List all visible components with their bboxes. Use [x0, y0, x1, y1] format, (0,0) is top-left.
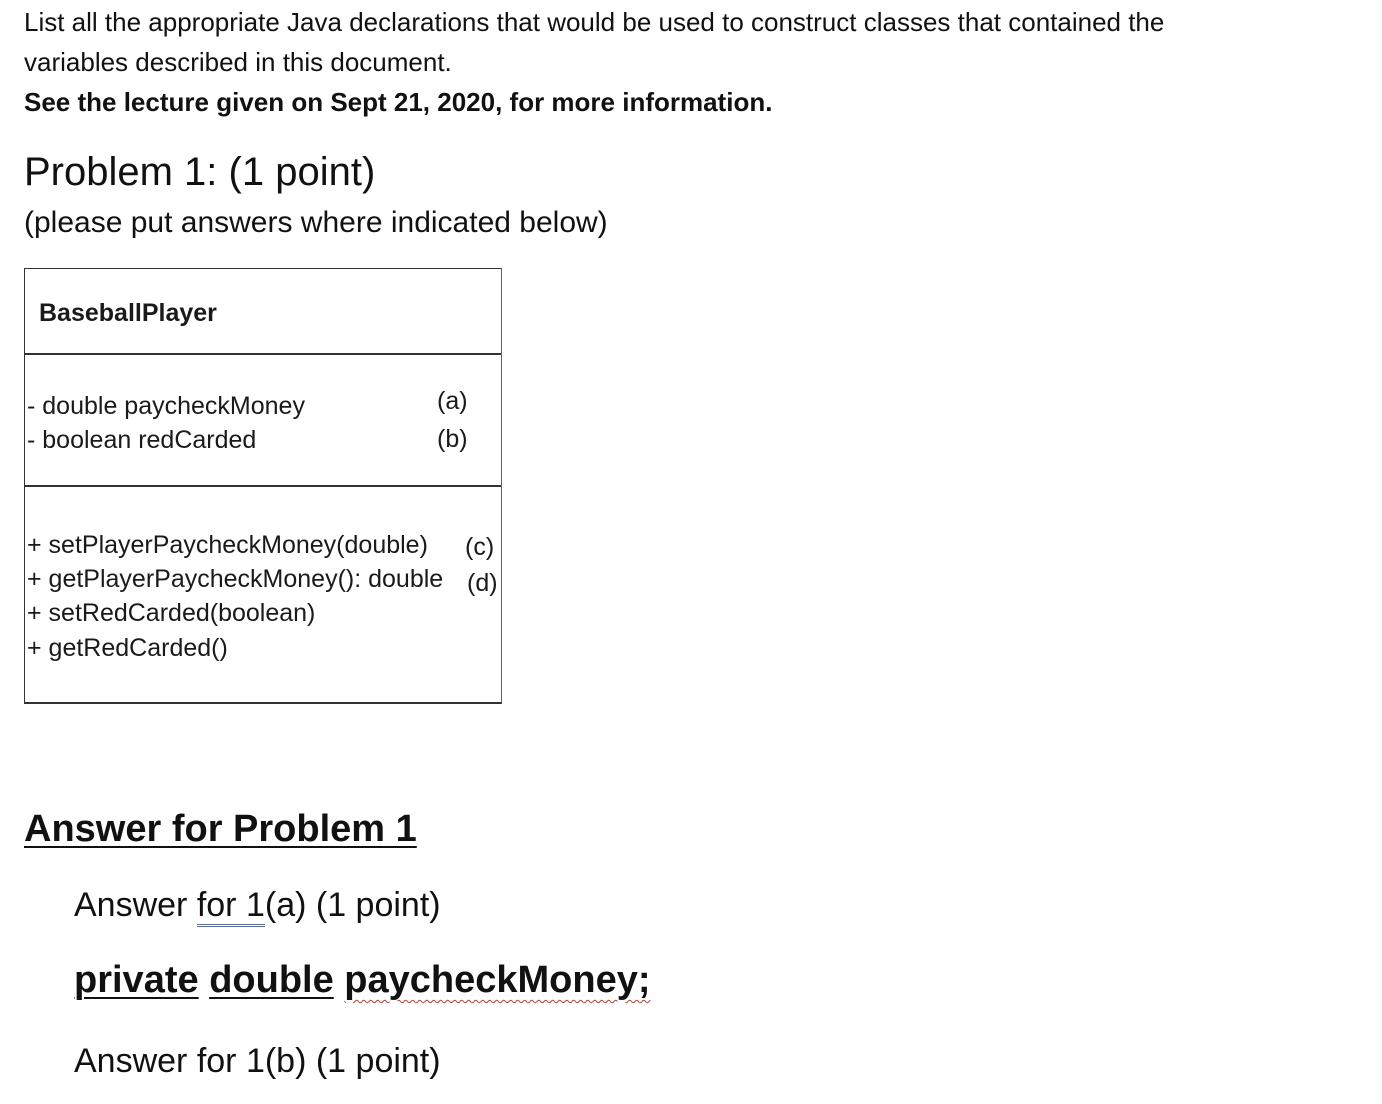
uml-class-diagram: BaseballPlayer - double paycheckMoney (a…: [24, 268, 502, 704]
answer-1a-keyword-private: private: [74, 959, 199, 1001]
answer-1b-label: Answer for 1(b) (1 point): [74, 1042, 441, 1080]
uml-operation: + setPlayerPaycheckMoney(double): [27, 531, 428, 559]
instructions-line-2: variables described in this document.: [24, 47, 452, 77]
answer-heading: Answer for Problem 1: [24, 808, 417, 850]
uml-attribute: - boolean redCarded: [27, 426, 257, 454]
uml-divider: [25, 353, 501, 355]
problem-instructions: (please put answers where indicated belo…: [24, 206, 608, 239]
answer-1a-code: private double paycheckMoney;: [74, 956, 651, 1004]
uml-attribute-tag: (a): [437, 387, 468, 415]
uml-operation: + getRedCarded(): [27, 634, 228, 662]
instructions-line-1: List all the appropriate Java declaratio…: [24, 7, 1165, 37]
uml-divider: [25, 485, 501, 487]
uml-attribute: - double paycheckMoney: [27, 392, 305, 420]
uml-operation: + getPlayerPaycheckMoney(): double: [27, 565, 444, 593]
answer-1a-label-suffix: (a) (1 point): [264, 886, 441, 924]
problem-title: Problem 1: (1 point): [24, 150, 376, 194]
answer-1a-keyword-double: double: [209, 959, 334, 1001]
uml-attribute-tag: (b): [437, 425, 468, 453]
answer-1a-label-prefix: Answer: [74, 886, 197, 924]
answer-1a-link[interactable]: for 1: [196, 886, 265, 927]
answer-1a-identifier: paycheckMoney;: [344, 959, 651, 1001]
uml-operation: + setRedCarded(boolean): [27, 599, 316, 627]
uml-operation-tag: (d): [467, 569, 498, 597]
uml-class-name: BaseballPlayer: [39, 299, 217, 327]
uml-operation-tag: (c): [465, 533, 495, 561]
lecture-reference: See the lecture given on Sept 21, 2020, …: [24, 87, 773, 117]
answer-1a-label: Answer for 1(a) (1 point): [74, 882, 441, 928]
